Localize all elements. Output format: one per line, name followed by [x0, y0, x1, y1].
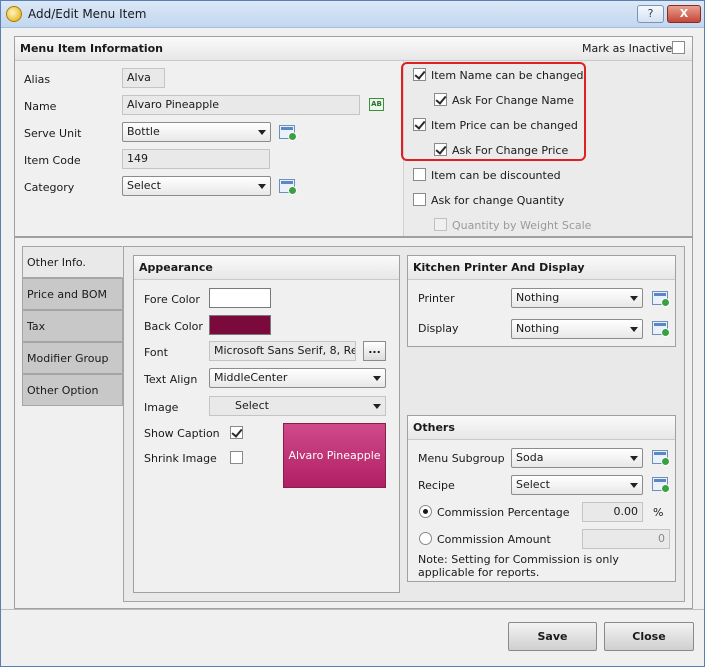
category-value: Select [127, 179, 161, 192]
image-select[interactable]: Select [209, 396, 386, 416]
tab-modifier-group[interactable]: Modifier Group [22, 342, 123, 374]
subgroup-value: Soda [516, 451, 544, 464]
add-edit-menu-item-window: Add/Edit Menu Item ? X Menu Item Informa… [0, 0, 705, 667]
tab-tax[interactable]: Tax [22, 310, 123, 342]
chevron-down-icon [373, 376, 381, 381]
chevron-down-icon [258, 130, 266, 135]
add-category-icon[interactable] [279, 179, 297, 195]
show-caption-checkbox[interactable] [230, 426, 243, 439]
chevron-down-icon [630, 296, 638, 301]
subgroup-label: Menu Subgroup [418, 452, 505, 465]
font-field[interactable]: Microsoft Sans Serif, 8, Regul [209, 341, 356, 361]
commission-amt-radio[interactable] [419, 532, 432, 545]
printer-label: Printer [418, 292, 455, 305]
window-close-button[interactable]: X [667, 5, 701, 23]
help-button[interactable]: ? [637, 5, 664, 23]
display-select[interactable]: Nothing [511, 319, 643, 339]
display-value: Nothing [516, 322, 560, 335]
shrink-image-checkbox[interactable] [230, 451, 243, 464]
commission-pct-radio[interactable] [419, 505, 432, 518]
weight-scale-checkbox[interactable] [434, 218, 447, 231]
chevron-down-icon [630, 456, 638, 461]
font-browse-button[interactable]: ... [363, 341, 386, 361]
fore-color-label: Fore Color [144, 293, 200, 306]
item-info-heading: Menu Item Information [20, 42, 163, 55]
item-code-field[interactable]: 149 [122, 149, 270, 169]
tab-other-info[interactable]: Other Info. [22, 246, 123, 278]
mark-inactive-checkbox[interactable] [672, 41, 685, 54]
commission-pct-label: Commission Percentage [437, 506, 570, 519]
text-align-select[interactable]: MiddleCenter [209, 368, 386, 388]
discounted-checkbox[interactable] [413, 168, 426, 181]
ask-quantity-label: Ask for change Quantity [431, 194, 565, 207]
image-label: Image [144, 401, 179, 414]
app-icon [6, 6, 22, 22]
save-button[interactable]: Save [508, 622, 597, 651]
text-align-value: MiddleCenter [214, 371, 288, 384]
item-code-label: Item Code [24, 154, 81, 167]
recipe-label: Recipe [418, 479, 455, 492]
text-align-label: Text Align [144, 373, 198, 386]
printer-value: Nothing [516, 291, 560, 304]
discounted-label: Item can be discounted [431, 169, 561, 182]
ask-quantity-checkbox[interactable] [413, 193, 426, 206]
add-printer-icon[interactable] [652, 291, 670, 307]
alias-label: Alias [24, 73, 51, 86]
tab-price-and-bom[interactable]: Price and BOM [22, 278, 123, 310]
category-select[interactable]: Select [122, 176, 271, 196]
serve-unit-select[interactable]: Bottle [122, 122, 271, 142]
name-field[interactable]: Alvaro Pineapple [122, 95, 360, 115]
serve-unit-label: Serve Unit [24, 127, 82, 140]
back-color-swatch[interactable] [209, 315, 271, 335]
kitchen-heading: Kitchen Printer And Display [413, 261, 585, 274]
display-label: Display [418, 322, 459, 335]
mark-inactive-label: Mark as Inactive [582, 42, 673, 55]
subgroup-select[interactable]: Soda [511, 448, 643, 468]
fore-color-swatch[interactable] [209, 288, 271, 308]
title-bar: Add/Edit Menu Item ? X [1, 1, 704, 28]
button-preview: Alvaro Pineapple [283, 423, 386, 488]
printer-select[interactable]: Nothing [511, 288, 643, 308]
text-edit-icon[interactable]: AB [369, 98, 384, 111]
back-color-label: Back Color [144, 320, 203, 333]
appearance-header: Appearance [134, 256, 399, 280]
others-heading: Others [413, 421, 455, 434]
chevron-down-icon [630, 483, 638, 488]
commission-amt-field[interactable]: 0 [582, 529, 670, 549]
commission-pct-field[interactable]: 0.00 [582, 502, 643, 522]
weight-scale-label: Quantity by Weight Scale [452, 219, 592, 232]
show-caption-label: Show Caption [144, 427, 220, 440]
commission-amt-label: Commission Amount [437, 533, 551, 546]
category-label: Category [24, 181, 75, 194]
font-label: Font [144, 346, 168, 359]
image-value: Select [235, 399, 269, 412]
commission-note: Note: Setting for Commission is only app… [418, 553, 619, 579]
alias-field[interactable]: Alva [122, 68, 165, 88]
others-header: Others [408, 416, 675, 440]
add-display-icon[interactable] [652, 321, 670, 337]
kitchen-header: Kitchen Printer And Display [408, 256, 675, 280]
percent-sign: % [653, 506, 664, 519]
name-label: Name [24, 100, 57, 113]
window-title: Add/Edit Menu Item [28, 7, 147, 21]
tab-other-option[interactable]: Other Option [22, 374, 123, 406]
chevron-down-icon [373, 404, 381, 409]
add-recipe-icon[interactable] [652, 477, 670, 493]
shrink-image-label: Shrink Image [144, 452, 217, 465]
add-serve-unit-icon[interactable] [279, 125, 297, 141]
appearance-heading: Appearance [139, 261, 213, 274]
recipe-value: Select [516, 478, 550, 491]
serve-unit-value: Bottle [127, 125, 160, 138]
chevron-down-icon [630, 327, 638, 332]
chevron-down-icon [258, 184, 266, 189]
add-subgroup-icon[interactable] [652, 450, 670, 466]
highlight-box [401, 62, 586, 161]
footer-bar [1, 609, 704, 666]
close-button[interactable]: Close [604, 622, 694, 651]
recipe-select[interactable]: Select [511, 475, 643, 495]
